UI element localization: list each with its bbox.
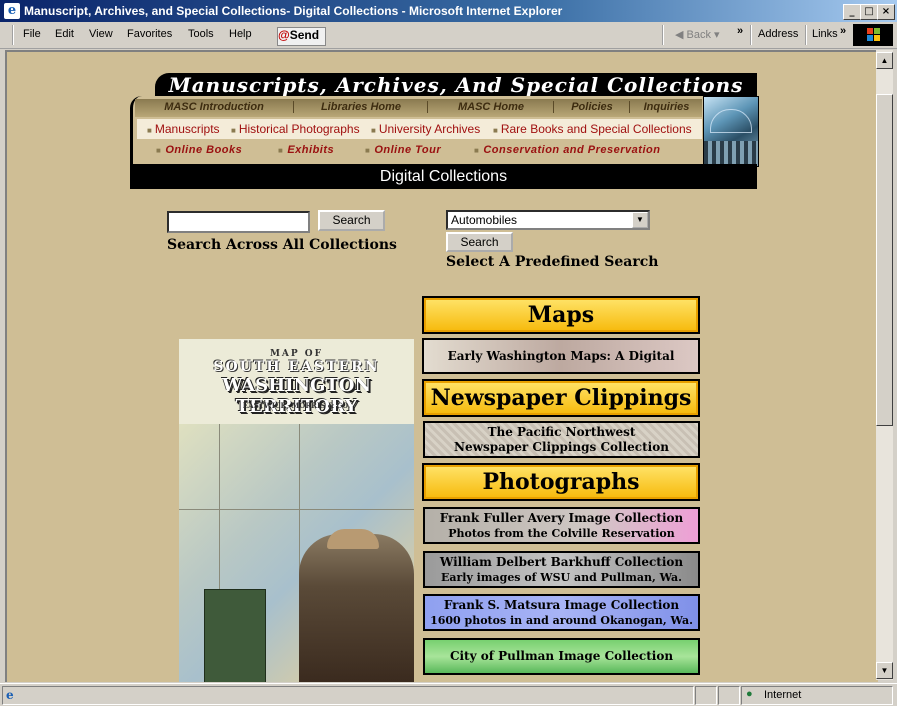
chevron-links-icon[interactable]: » — [840, 25, 846, 37]
predefined-search-value: Automobiles — [451, 213, 518, 227]
map-publisher: EASTWICK, MORRIS & CO. — [242, 401, 351, 410]
search-all-input[interactable] — [167, 211, 310, 233]
nav-historical-photographs[interactable]: ■ Historical Photographs — [231, 122, 360, 136]
nav-online-books[interactable]: ■ Online Books — [156, 144, 242, 156]
bullet-icon: ■ — [474, 146, 480, 155]
status-pane — [695, 686, 717, 705]
links-label[interactable]: Links — [812, 28, 838, 40]
william-delbert-barkhuff-button[interactable]: William Delbert Barkhuff Collection Earl… — [423, 551, 700, 588]
frank-s-matsura-button[interactable]: Frank S. Matsura Image Collection 1600 p… — [423, 594, 700, 631]
toolbar-separator — [750, 25, 752, 45]
city-of-pullman-button[interactable]: City of Pullman Image Collection — [423, 638, 700, 675]
windows-logo-icon — [853, 24, 893, 46]
library-building-photo — [703, 96, 759, 167]
status-bar: e ● Internet — [0, 683, 897, 706]
menu-edit[interactable]: Edit — [55, 28, 74, 40]
menu-favorites[interactable]: Favorites — [127, 28, 172, 40]
frank-fuller-avery-button[interactable]: Frank Fuller Avery Image Collection Phot… — [423, 507, 700, 544]
predefined-search-button[interactable]: Search — [446, 232, 513, 252]
section-title: Digital Collections — [130, 164, 757, 189]
nav-exhibits[interactable]: ■ Exhibits — [278, 144, 334, 156]
nav-policies[interactable]: Policies — [553, 101, 630, 113]
search-all-button[interactable]: Search — [318, 210, 385, 231]
back-arrow-icon: ◀ — [675, 29, 687, 41]
vertical-scrollbar[interactable]: ▲ ▼ — [876, 50, 893, 680]
dropdown-arrow-icon[interactable]: ▼ — [632, 212, 648, 228]
portrait-cap — [327, 529, 379, 549]
bullet-icon: ■ — [147, 126, 152, 135]
map-collage-image: MAP OF SOUTH EASTERN WASHINGTON TERRITOR… — [179, 339, 414, 682]
tertiary-nav: ■ Online Books ■ Exhibits ■ Online Tour ■ Co… — [137, 142, 702, 162]
pacific-northwest-clippings-button[interactable]: The Pacific Northwest Newspaper Clipping… — [423, 421, 700, 458]
nav-inquiries[interactable]: Inquiries — [629, 101, 703, 113]
window-title: Manuscript, Archives, and Special Collec… — [24, 4, 563, 18]
back-button[interactable]: ◀ Back ▾ — [675, 28, 720, 41]
predefined-search-label: Select A Predefined Search — [446, 254, 659, 270]
address-label[interactable]: Address — [758, 28, 798, 40]
barkhuff-subtitle: Early images of WSU and Pullman, Wa. — [440, 571, 683, 584]
bullet-icon: ■ — [371, 126, 376, 135]
menu-file[interactable]: File — [23, 28, 41, 40]
pacific-northwest-line1: The Pacific Northwest — [487, 425, 636, 439]
nav-manuscripts[interactable]: ■ Manuscripts — [147, 122, 220, 136]
bullet-icon: ■ — [278, 146, 284, 155]
toolbar-separator — [662, 25, 664, 45]
pacific-northwest-line2: Newspaper Clippings Collection — [454, 440, 669, 454]
menu-view[interactable]: View — [89, 28, 113, 40]
page-icon: e — [6, 688, 14, 702]
bullet-icon: ■ — [493, 126, 498, 135]
primary-nav: MASC Introduction Libraries Home MASC Ho… — [135, 99, 702, 117]
send-button[interactable]: @Send — [277, 27, 326, 46]
nav-masc-home[interactable]: MASC Home — [427, 101, 554, 113]
page-content: Manuscripts, Archives, And Special Colle… — [5, 50, 878, 682]
title-bar: e Manuscript, Archives, and Special Coll… — [0, 0, 897, 22]
toolbar-separator — [805, 25, 807, 45]
menu-tools[interactable]: Tools — [188, 28, 214, 40]
avery-subtitle: Photos from the Colville Reservation — [448, 527, 675, 540]
map-title-line1: MAP OF — [269, 349, 324, 359]
predefined-search-select[interactable]: Automobiles ▼ — [446, 210, 650, 230]
building-tower — [204, 589, 266, 682]
early-washington-maps-button[interactable]: Early Washington Maps: A Digital Collect… — [422, 338, 700, 395]
status-main-pane: e — [2, 686, 694, 705]
scroll-thumb[interactable] — [876, 94, 893, 426]
menu-bar: File Edit View Favorites Tools Help ◀ Ba… — [0, 22, 897, 49]
photographs-heading-button[interactable]: Photographs — [422, 463, 700, 501]
scroll-up-icon[interactable]: ▲ — [876, 52, 893, 69]
nav-libraries-home[interactable]: Libraries Home — [293, 101, 428, 113]
avery-title: Frank Fuller Avery Image Collection — [439, 511, 684, 525]
bullet-icon: ■ — [365, 146, 371, 155]
scroll-down-icon[interactable]: ▼ — [876, 662, 893, 679]
internet-explorer-icon: e — [4, 3, 20, 19]
secondary-nav: ■ Manuscripts ■ Historical Photographs ■ Un… — [137, 119, 702, 139]
menu-help[interactable]: Help — [229, 28, 252, 40]
nav-rare-books[interactable]: ■ Rare Books and Special Collections — [493, 122, 692, 136]
toolbar-grip — [12, 25, 14, 45]
bullet-icon: ■ — [231, 126, 236, 135]
search-all-label: Search Across All Collections — [167, 237, 397, 253]
nav-masc-introduction[interactable]: MASC Introduction — [135, 101, 293, 113]
nav-conservation[interactable]: ■ Conservation and Preservation — [474, 144, 660, 156]
status-pane — [718, 686, 740, 705]
masc-banner: Manuscripts, Archives, And Special Colle… — [155, 73, 757, 97]
map-title-line2: SOUTH EASTERN — [213, 359, 380, 375]
matsura-subtitle: 1600 photos in and around Okanogan, Wa. — [430, 614, 693, 627]
minimize-button[interactable]: _ — [843, 4, 861, 20]
maps-heading-button[interactable]: Maps — [422, 296, 700, 334]
globe-icon: ● — [746, 688, 753, 700]
maximize-button[interactable]: □ — [860, 4, 878, 20]
matsura-title: Frank S. Matsura Image Collection — [443, 598, 680, 612]
map-title-line3: WASHINGTON TERRITORY — [222, 375, 371, 417]
barkhuff-title: William Delbert Barkhuff Collection — [439, 555, 684, 569]
nav-university-archives[interactable]: ■ University Archives — [371, 122, 480, 136]
portrait-figure — [299, 534, 414, 682]
chevron-more-icon[interactable]: » — [737, 25, 743, 37]
nav-online-tour[interactable]: ■ Online Tour — [365, 144, 441, 156]
close-button[interactable]: × — [877, 4, 895, 20]
zone-pane: ● Internet — [741, 686, 893, 705]
send-icon: @ — [278, 28, 290, 42]
newspaper-clippings-heading-button[interactable]: Newspaper Clippings — [422, 379, 700, 417]
bullet-icon: ■ — [156, 146, 162, 155]
zone-label: Internet — [764, 689, 802, 701]
